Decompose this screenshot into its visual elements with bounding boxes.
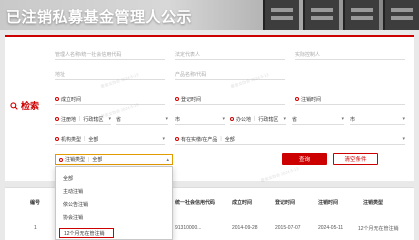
banner-decoration: [343, 0, 379, 30]
registered-time-field[interactable]: 登记时间: [175, 94, 285, 105]
chevron-down-icon: ▾: [165, 116, 168, 122]
office-city-select[interactable]: 市 ▾: [350, 114, 405, 125]
menu-option-public-notice[interactable]: 依公告注销: [63, 201, 88, 208]
unfinished-product-select[interactable]: 有在实缴/在产品 | 全部 ▾: [175, 134, 405, 145]
table-cell-credit-code: 91310000...: [175, 225, 202, 231]
menu-option-all[interactable]: 全部: [63, 175, 73, 182]
table-header-type: 注销类型: [363, 200, 384, 206]
table-cell-type: 12个月无在管注销: [358, 226, 399, 232]
office-address-select[interactable]: 办公地 | 行政辖区 ▾: [230, 114, 286, 125]
search-button[interactable]: 查询: [282, 153, 327, 165]
deregistration-type-menu: 全部 主动注销 依公告注销 协会注销 12个月无在管注销: [55, 166, 173, 240]
chevron-down-icon: ▾: [402, 136, 405, 142]
search-icon: [10, 101, 18, 110]
page-title: 已注销私募基金管理人公示: [6, 9, 193, 26]
clear-button[interactable]: 清空条件: [333, 153, 378, 165]
bullet-icon: [295, 97, 299, 101]
bullet-icon: [175, 137, 179, 141]
bullet-icon: [55, 97, 59, 101]
office-province-select[interactable]: 省 ▾: [292, 114, 344, 125]
manager-name-input[interactable]: 管理人名称/统一社会信用代码: [55, 49, 165, 60]
legal-rep-input[interactable]: 法定代表人: [175, 49, 285, 60]
search-label: 检索: [21, 101, 40, 111]
registered-address-select[interactable]: 注册地 | 行政辖区 ▾: [55, 114, 111, 125]
deregistered-time-field[interactable]: 注销时间: [295, 94, 405, 105]
bullet-icon: [230, 117, 234, 121]
table-cell-deregistered: 2024-05-11: [318, 225, 344, 231]
menu-option-association[interactable]: 协会注销: [63, 214, 83, 221]
bullet-icon: [59, 157, 63, 162]
search-section-label: 检索: [10, 99, 39, 112]
table-header-credit-code: 统一社会信用代码: [175, 200, 216, 206]
banner-decoration: [263, 0, 299, 30]
chevron-up-icon: ▴: [166, 156, 169, 163]
address-input[interactable]: 地址: [55, 69, 165, 80]
table-cell-registered: 2015-07-07: [275, 225, 301, 231]
province-select[interactable]: 省 ▾: [116, 114, 168, 125]
chevron-down-icon: ▾: [222, 116, 225, 122]
deregistration-type-select[interactable]: 注销类型 | 全部 ▴: [55, 154, 173, 165]
chevron-down-icon: ▾: [341, 116, 344, 122]
table-header-established: 成立时间: [232, 200, 253, 206]
chevron-down-icon: ▾: [108, 116, 111, 122]
page-banner: 已注销私募基金管理人公示: [0, 0, 419, 30]
chevron-down-icon: ▾: [283, 116, 286, 122]
menu-option-no-management[interactable]: 12个月无在管注销: [59, 228, 114, 238]
bullet-icon: [175, 97, 179, 101]
chevron-down-icon: ▾: [402, 116, 405, 122]
table-cell-index: 1: [34, 225, 37, 231]
table-header-index: 编号: [30, 200, 41, 206]
city-select[interactable]: 市 ▾: [175, 114, 225, 125]
table-cell-established: 2014-09-28: [232, 225, 258, 231]
table-header-deregistered: 注销时间: [318, 200, 339, 206]
established-time-field[interactable]: 成立时间: [55, 94, 165, 105]
banner-decoration: [383, 0, 419, 30]
org-type-select[interactable]: 机构类型 | 全部 ▾: [55, 134, 165, 145]
menu-option-voluntary[interactable]: 主动注销: [63, 188, 83, 195]
actual-controller-input[interactable]: 实际控制人: [295, 49, 405, 60]
bullet-icon: [55, 137, 59, 141]
bullet-icon: [55, 117, 59, 121]
product-name-input[interactable]: 产品名称/代码: [175, 69, 285, 80]
chevron-down-icon: ▾: [162, 136, 165, 142]
banner-decoration: [303, 0, 339, 30]
table-header-registered: 登记时间: [275, 200, 296, 206]
